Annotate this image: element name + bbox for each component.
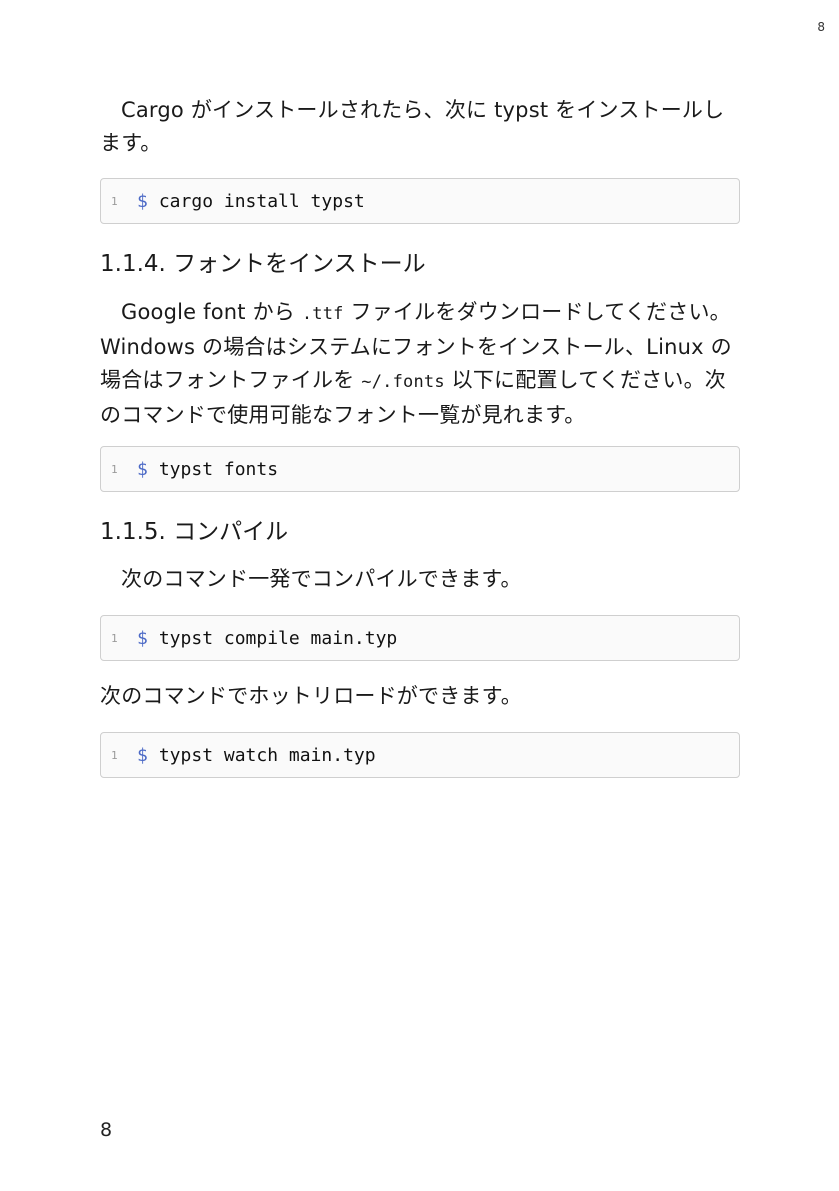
code-block-typst-watch: 1 $ typst watch main.typ — [100, 732, 740, 778]
command-text: typst watch main.typ — [158, 744, 376, 766]
shell-prompt: $ — [137, 627, 148, 649]
heading-compile: 1.1.5. コンパイル — [100, 519, 289, 545]
paragraph-hot-reload: 次のコマンドでホットリロードができます。 — [100, 684, 522, 708]
code-block-typst-fonts: 1 $ typst fonts — [100, 446, 740, 492]
command-text: typst compile main.typ — [158, 627, 398, 649]
paragraph-text: Google font から — [121, 300, 302, 324]
line-number: 1 — [111, 194, 118, 208]
paragraph-compile: 次のコマンド一発でコンパイルできます。 — [121, 567, 522, 591]
inline-code-fonts-dir: ~/.fonts — [361, 372, 445, 392]
page-number-bottom: 8 — [100, 1119, 113, 1141]
shell-prompt: $ — [137, 190, 148, 212]
line-number: 1 — [111, 631, 118, 645]
code-block-typst-compile: 1 $ typst compile main.typ — [100, 615, 740, 661]
page-number-top: 8 — [817, 20, 825, 34]
paragraph-install-typst: Cargo がインストールされたら、次に typst をインストールします。 — [100, 98, 725, 155]
code-block-cargo-install: 1 $ cargo install typst — [100, 178, 740, 224]
paragraph-font-install: Google font から .ttf ファイルをダウンロードしてください。Wi… — [100, 296, 740, 432]
command-text: typst fonts — [158, 458, 279, 480]
heading-font-install: 1.1.4. フォントをインストール — [100, 251, 426, 277]
shell-prompt: $ — [137, 744, 148, 766]
shell-prompt: $ — [137, 458, 148, 480]
line-number: 1 — [111, 462, 118, 476]
command-text: cargo install typst — [158, 190, 365, 212]
inline-code-ttf: .ttf — [301, 304, 344, 324]
line-number: 1 — [111, 748, 118, 762]
